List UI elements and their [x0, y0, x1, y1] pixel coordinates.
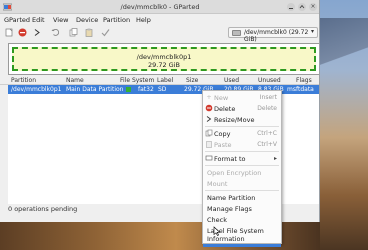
delete-icon — [205, 104, 213, 112]
column-label[interactable]: Label — [157, 77, 173, 84]
menu-item-check[interactable]: Check — [203, 214, 281, 225]
new-icon: + — [206, 93, 212, 101]
menu-item-delete-label: Delete — [214, 105, 236, 113]
disk-icon — [232, 30, 241, 36]
column-filesystem[interactable]: File System — [120, 77, 154, 84]
menu-item-manage-flags[interactable]: Manage Flags — [203, 203, 281, 214]
minimize-icon — [289, 8, 293, 9]
cell-flags: msftdata — [287, 86, 314, 93]
menu-item-format[interactable]: Format to ▸ — [203, 153, 281, 164]
maximize-icon — [299, 4, 305, 9]
cell-label: SD — [158, 86, 167, 93]
mouse-pointer-icon — [213, 226, 220, 236]
menu-item-mount-label: Mount — [207, 180, 228, 188]
menu-item-format-label: Format to — [214, 155, 246, 163]
filesystem-color-swatch — [126, 87, 131, 92]
menu-item-paste-shortcut: Ctrl+V — [257, 141, 277, 148]
minimize-button[interactable] — [287, 3, 295, 11]
cell-name: Main Data Partition — [66, 86, 124, 93]
close-button[interactable]: × — [309, 3, 317, 11]
cell-filesystem: fat32 — [138, 86, 154, 93]
menu-help[interactable]: Help — [136, 16, 151, 24]
resize-button[interactable] — [32, 27, 43, 38]
menu-item-paste[interactable]: Paste Ctrl+V — [203, 139, 281, 150]
menu-item-resize[interactable]: Resize/Move — [203, 114, 281, 125]
partition-block-name: /dev/mmcblk0p1 — [136, 53, 192, 61]
copy-icon — [205, 129, 213, 137]
menu-separator — [205, 151, 279, 152]
new-icon — [5, 28, 13, 37]
menu-item-copy-shortcut: Ctrl+C — [257, 130, 277, 137]
cell-partition: /dev/mmcblk0p1 — [11, 86, 62, 93]
wallpaper-mountain — [320, 18, 368, 78]
menu-item-manage-flags-label: Manage Flags — [207, 205, 252, 213]
maximize-button[interactable] — [298, 3, 306, 11]
column-size[interactable]: Size — [186, 77, 198, 84]
menu-partition[interactable]: Partition — [103, 16, 130, 24]
menu-item-resize-label: Resize/Move — [214, 116, 255, 124]
column-name[interactable]: Name — [66, 77, 84, 84]
menu-item-new[interactable]: + New Insert — [203, 92, 281, 103]
delete-icon — [18, 28, 27, 37]
chevron-down-icon: ▾ — [310, 28, 314, 35]
submenu-arrow-icon: ▸ — [273, 155, 277, 162]
menu-separator — [205, 190, 279, 191]
partition-context-menu: + New Insert Delete Delete Resize/Move C… — [202, 90, 282, 247]
paste-icon — [85, 28, 93, 37]
paste-icon — [206, 141, 212, 148]
menu-item-delete[interactable]: Delete Delete — [203, 103, 281, 114]
delete-partition-button[interactable] — [17, 27, 28, 38]
format-icon — [205, 155, 213, 161]
device-selector-label: /dev/mmcblk0 (29.72 GiB) — [244, 29, 309, 43]
device-selector[interactable]: /dev/mmcblk0 (29.72 GiB) ▾ — [228, 27, 318, 43]
apply-icon — [101, 29, 110, 37]
menu-bar: GParted Edit View Device Partition Help — [0, 14, 319, 25]
menu-edit[interactable]: Edit — [32, 16, 45, 24]
column-unused[interactable]: Unused — [258, 77, 281, 84]
menu-item-open-encryption-label: Open Encryption — [207, 169, 262, 177]
menu-item-delete-shortcut: Delete — [257, 105, 277, 112]
column-partition[interactable]: Partition — [11, 77, 36, 84]
paste-button[interactable] — [84, 27, 95, 38]
menu-separator — [205, 126, 279, 127]
menu-item-check-label: Check — [207, 216, 227, 224]
menu-separator — [205, 165, 279, 166]
menu-item-copy[interactable]: Copy Ctrl+C — [203, 128, 281, 139]
menu-item-open-encryption[interactable]: Open Encryption — [203, 167, 281, 178]
menu-item-mount[interactable]: Mount — [203, 178, 281, 189]
undo-button[interactable] — [50, 27, 61, 38]
table-header: Partition Name File System Label Size Us… — [0, 76, 319, 85]
resize-icon — [206, 116, 212, 122]
undo-icon — [51, 29, 60, 36]
menu-item-new-label: New — [214, 94, 229, 102]
menu-item-name-partition[interactable]: Name Partition — [203, 192, 281, 203]
menu-item-new-shortcut: Insert — [259, 94, 277, 101]
close-icon: × — [310, 3, 316, 10]
new-partition-button[interactable] — [4, 27, 15, 38]
column-flags[interactable]: Flags — [296, 77, 312, 84]
partition-block[interactable]: /dev/mmcblk0p1 29.72 GiB — [12, 47, 316, 71]
menu-device[interactable]: Device — [76, 16, 98, 24]
menu-item-copy-label: Copy — [214, 130, 231, 138]
menu-item-paste-label: Paste — [214, 141, 232, 149]
title-bar[interactable]: /dev/mmcblk0 - GParted × — [0, 0, 319, 14]
column-used[interactable]: Used — [224, 77, 239, 84]
partition-map: /dev/mmcblk0p1 29.72 GiB — [8, 43, 319, 75]
menu-item-name-partition-label: Name Partition — [207, 194, 256, 202]
menu-gparted[interactable]: GParted — [4, 16, 30, 24]
apply-button[interactable] — [100, 27, 111, 38]
window-title: /dev/mmcblk0 - GParted — [120, 3, 200, 11]
partition-block-size: 29.72 GiB — [148, 61, 180, 69]
copy-icon — [69, 28, 78, 37]
copy-button[interactable] — [68, 27, 79, 38]
menu-item-information-label: Information — [207, 235, 245, 243]
menu-view[interactable]: View — [53, 16, 68, 24]
go-forward-icon — [34, 29, 40, 36]
